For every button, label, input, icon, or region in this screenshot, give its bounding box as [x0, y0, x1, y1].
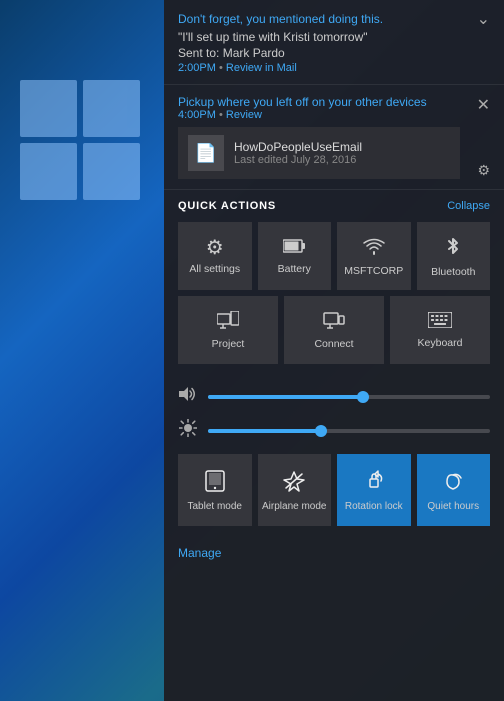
notif1-action[interactable]: Review in Mail	[226, 62, 297, 74]
action-center-panel: Don't forget, you mentioned doing this. …	[164, 0, 504, 701]
doc-date: Last edited July 28, 2016	[234, 154, 362, 166]
notif2-sep: •	[219, 109, 226, 121]
battery-icon	[283, 238, 305, 258]
volume-slider-track[interactable]	[208, 395, 490, 399]
notif2-time: 4:00PM • Review	[178, 109, 490, 121]
brightness-slider-thumb[interactable]	[315, 425, 327, 437]
notif2-gear-icon[interactable]: ⚙	[477, 162, 490, 179]
notif1-meta: 2:00PM • Review in Mail	[178, 62, 490, 74]
notif1-time: 2:00PM	[178, 62, 216, 74]
notification-card-1: Don't forget, you mentioned doing this. …	[164, 0, 504, 85]
qa-project-label: Project	[212, 338, 245, 351]
keyboard-icon	[428, 312, 452, 332]
airplane-mode-icon	[283, 470, 305, 496]
manage-row: Manage	[164, 536, 504, 570]
quiet-hours-toggle[interactable]: Quiet hours	[417, 454, 491, 526]
brightness-slider-fill	[208, 429, 321, 433]
qa-all-settings-button[interactable]: ⚙ All settings	[178, 222, 252, 290]
logo-pane-bl	[20, 143, 77, 200]
rotation-lock-icon	[363, 470, 385, 496]
qa-battery-label: Battery	[278, 263, 311, 276]
qa-msftcorp-button[interactable]: MSFTCORP	[337, 222, 411, 290]
manage-link[interactable]: Manage	[178, 546, 221, 560]
notif1-subtitle: "I'll set up time with Kristi tomorrow"	[178, 30, 490, 44]
doc-info: HowDoPeopleUseEmail Last edited July 28,…	[234, 140, 362, 166]
rotation-lock-label: Rotation lock	[345, 501, 403, 513]
tablet-mode-icon	[205, 470, 225, 496]
toggle-buttons-grid: Tablet mode Airplane mode	[164, 448, 504, 536]
qa-project-button[interactable]: Project	[178, 296, 278, 364]
logo-pane-tl	[20, 80, 77, 137]
notif2-close-icon[interactable]: ✕	[477, 95, 490, 115]
logo-pane-tr	[83, 80, 140, 137]
airplane-mode-label: Airplane mode	[262, 501, 326, 513]
rotation-lock-toggle[interactable]: Rotation lock	[337, 454, 411, 526]
quiet-hours-label: Quiet hours	[427, 501, 479, 513]
brightness-slider-track[interactable]	[208, 429, 490, 433]
notif2-action[interactable]: Review	[226, 109, 262, 121]
notif1-sent-to: Sent to: Mark Pardo	[178, 46, 490, 60]
brightness-icon	[178, 419, 198, 442]
qa-bluetooth-label: Bluetooth	[431, 266, 475, 279]
notif2-document[interactable]: 📄 HowDoPeopleUseEmail Last edited July 2…	[178, 127, 460, 179]
quick-actions-header: QUICK ACTIONS Collapse	[178, 200, 490, 212]
project-icon	[217, 311, 239, 333]
bluetooth-icon	[445, 235, 461, 261]
quick-actions-section: QUICK ACTIONS Collapse ⚙ All settings Ba…	[164, 190, 504, 380]
qa-all-settings-label: All settings	[189, 263, 240, 276]
qa-keyboard-label: Keyboard	[418, 337, 463, 350]
document-icon: 📄	[188, 135, 224, 171]
collapse-button[interactable]: Collapse	[447, 200, 490, 212]
notif2-title: Pickup where you left off on your other …	[178, 95, 490, 109]
notif1-close-icon[interactable]: ⌄	[477, 12, 490, 28]
notif2-time-val: 4:00PM	[178, 109, 216, 121]
connect-icon	[323, 311, 345, 333]
brightness-slider-row	[164, 413, 504, 448]
qa-msftcorp-label: MSFTCORP	[344, 265, 403, 278]
windows-logo	[20, 80, 140, 200]
qa-battery-button[interactable]: Battery	[258, 222, 332, 290]
notif1-title: Don't forget, you mentioned doing this.	[178, 12, 490, 26]
logo-pane-br	[83, 143, 140, 200]
qa-connect-label: Connect	[314, 338, 353, 351]
qa-bluetooth-button[interactable]: Bluetooth	[417, 222, 491, 290]
settings-icon: ⚙	[206, 238, 224, 258]
volume-slider-fill	[208, 395, 363, 399]
wifi-icon	[363, 236, 385, 260]
notification-card-2: Pickup where you left off on your other …	[164, 85, 504, 190]
volume-slider-row	[164, 380, 504, 413]
quick-actions-label: QUICK ACTIONS	[178, 200, 276, 212]
volume-slider-thumb[interactable]	[357, 391, 369, 403]
quick-actions-row1: ⚙ All settings Battery	[178, 222, 490, 290]
tablet-mode-label: Tablet mode	[188, 501, 242, 513]
tablet-mode-toggle[interactable]: Tablet mode	[178, 454, 252, 526]
airplane-mode-toggle[interactable]: Airplane mode	[258, 454, 332, 526]
volume-icon	[178, 386, 198, 407]
qa-connect-button[interactable]: Connect	[284, 296, 384, 364]
quick-actions-row2: Project Connect	[178, 296, 490, 364]
notif1-separator: •	[219, 62, 223, 74]
doc-name: HowDoPeopleUseEmail	[234, 140, 362, 154]
qa-keyboard-button[interactable]: Keyboard	[390, 296, 490, 364]
quiet-hours-icon	[443, 470, 463, 496]
